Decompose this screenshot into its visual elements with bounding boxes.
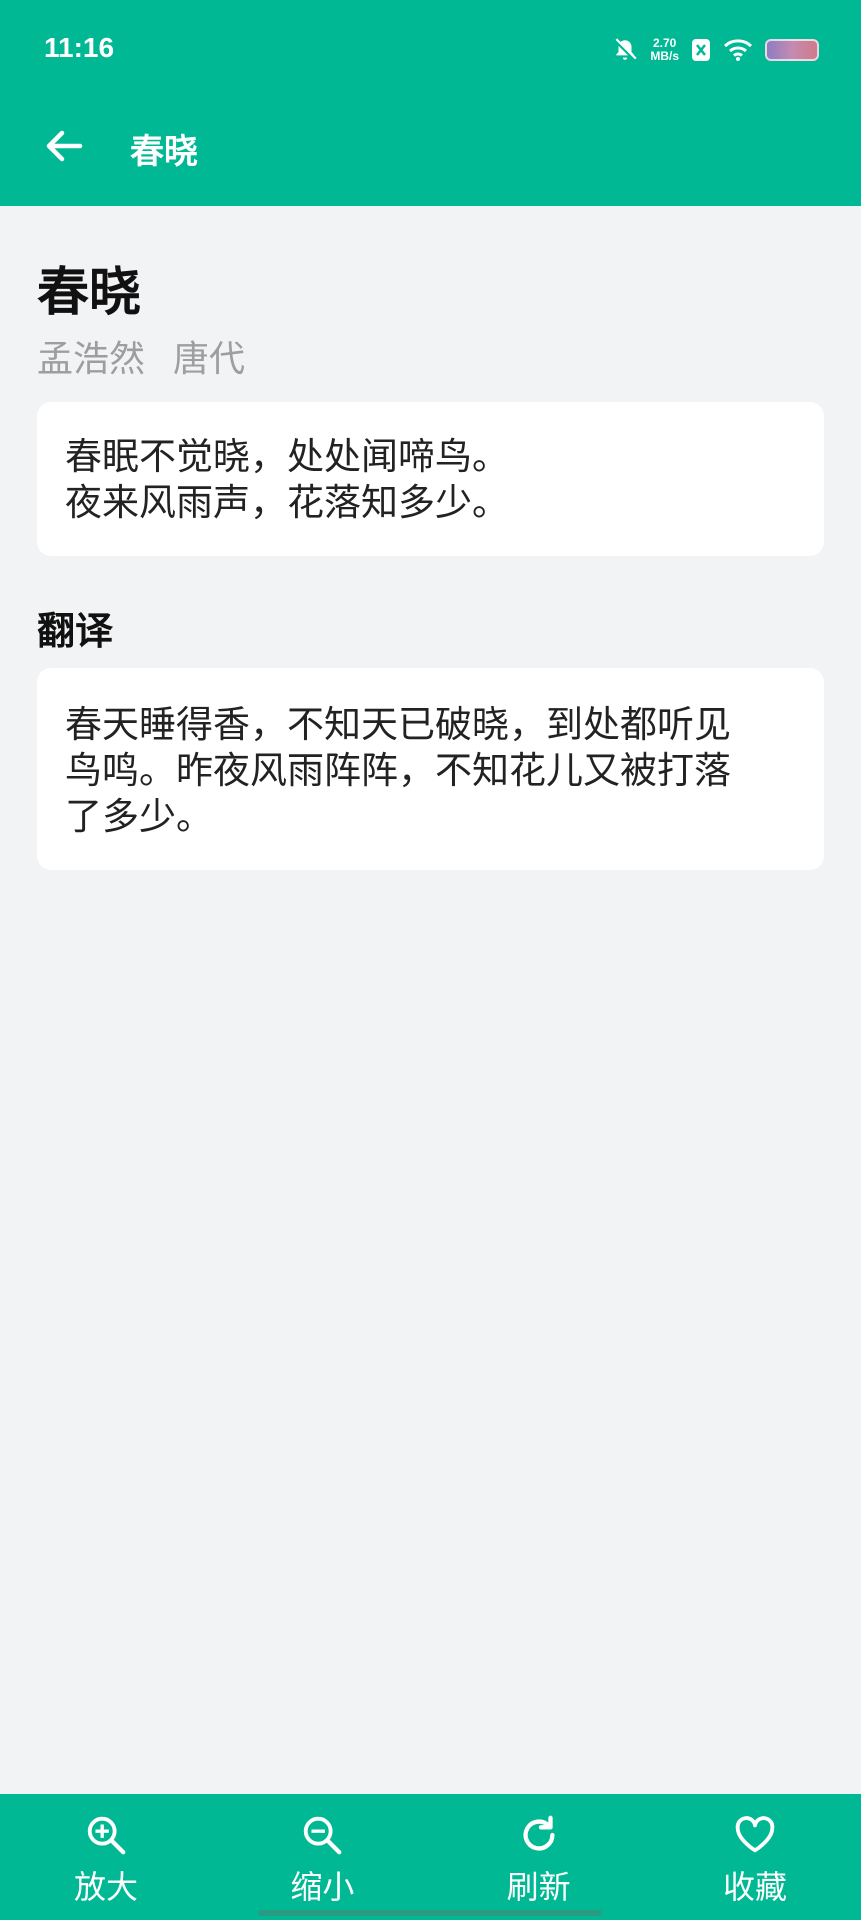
network-speed-unit: MB/s — [650, 49, 679, 63]
poem-content-card: 春眠不觉晓，处处闻啼鸟。 夜来风雨声，花落知多少。 — [37, 402, 824, 556]
home-indicator — [258, 1910, 602, 1916]
poem-dynasty: 唐代 — [173, 339, 246, 380]
bell-muted-icon — [614, 38, 637, 61]
status-bar: 11:16 2.70 MB/s — [0, 0, 861, 100]
status-time: 11:16 — [44, 32, 115, 63]
translation-line: 鸟鸣。昨夜风雨阵阵，不知花儿又被打落 — [65, 749, 731, 792]
favorite-label: 收藏 — [722, 1868, 787, 1906]
wifi-icon — [723, 39, 753, 61]
poem-line: 春眠不觉晓，处处闻啼鸟。 — [65, 435, 509, 478]
zoom-out-label: 缩小 — [290, 1868, 355, 1906]
poem-title: 春晓 — [37, 263, 142, 323]
poem-line: 夜来风雨声，花落知多少。 — [65, 481, 509, 524]
zoom-out-button[interactable]: 缩小 — [268, 1794, 376, 1920]
poem-author: 孟浩然 — [37, 339, 146, 380]
translation-heading: 翻译 — [37, 609, 114, 653]
back-arrow-icon[interactable] — [40, 122, 88, 170]
zoom-in-icon — [87, 1816, 126, 1855]
battery-icon — [765, 39, 819, 61]
bottom-toolbar: 放大 缩小 刷新 收藏 — [0, 1794, 861, 1920]
heart-icon — [735, 1816, 775, 1853]
zoom-in-label: 放大 — [73, 1868, 138, 1906]
translation-line: 春天睡得香，不知天已破晓，到处都听见 — [65, 703, 731, 746]
sim-icon — [692, 39, 710, 61]
poem-meta: 孟浩然 唐代 — [37, 330, 245, 382]
status-icons: 2.70 MB/s — [612, 34, 819, 66]
zoom-out-icon — [304, 1816, 342, 1855]
network-speed: 2.70 MB/s — [650, 37, 679, 63]
refresh-label: 刷新 — [506, 1868, 571, 1906]
refresh-button[interactable]: 刷新 — [485, 1794, 593, 1920]
translation-line: 了多少。 — [65, 795, 213, 838]
zoom-in-button[interactable]: 放大 — [52, 1794, 160, 1920]
refresh-icon — [523, 1815, 555, 1851]
translation-card: 春天睡得香，不知天已破晓，到处都听见 鸟鸣。昨夜风雨阵阵，不知花儿又被打落 了多… — [37, 668, 824, 870]
top-bar: 11:16 2.70 MB/s 春晓 — [0, 0, 861, 206]
app-bar: 春晓 — [0, 100, 861, 206]
app-bar-title: 春晓 — [130, 132, 198, 172]
favorite-button[interactable]: 收藏 — [701, 1794, 809, 1920]
